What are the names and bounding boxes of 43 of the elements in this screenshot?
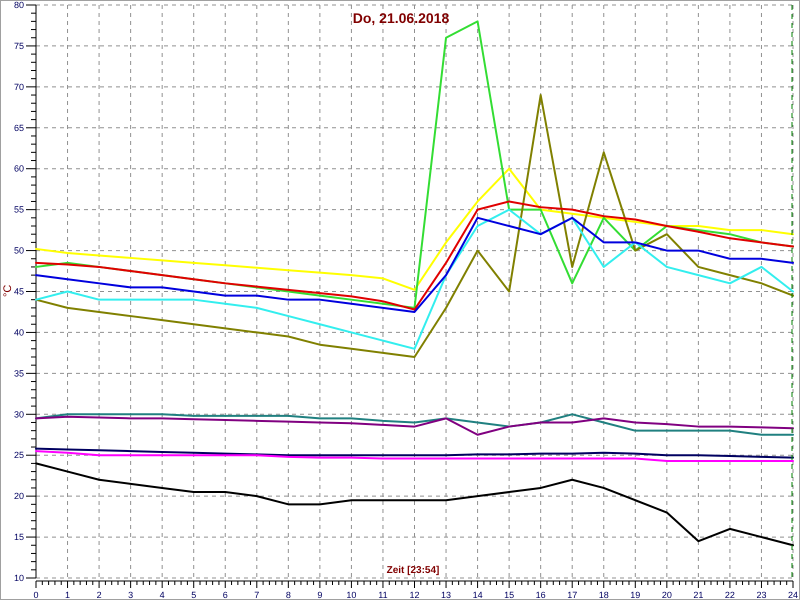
x-tick-label: 10: [346, 590, 356, 599]
x-tick-label: 4: [160, 590, 165, 599]
x-tick-label: 6: [222, 590, 228, 599]
x-tick-label: 1: [65, 590, 70, 599]
y-tick-label: 80: [14, 1, 24, 10]
y-tick-label: 65: [14, 122, 24, 133]
x-tick-label: 24: [788, 590, 798, 599]
x-tick-label: 5: [191, 590, 196, 599]
x-tick-label: 3: [128, 590, 134, 599]
x-tick-label: 23: [756, 590, 766, 599]
y-tick-label: 30: [14, 409, 24, 420]
y-tick-label: 35: [14, 368, 24, 378]
x-tick-label: 17: [567, 590, 578, 599]
x-tick-label: 9: [317, 590, 322, 599]
x-tick-label: 20: [662, 590, 672, 599]
y-tick-label: 15: [14, 532, 24, 542]
y-axis-label: °C: [2, 284, 14, 297]
y-tick-label: 55: [14, 204, 24, 215]
y-tick-label: 70: [14, 82, 24, 92]
x-tick-label: 19: [630, 590, 640, 599]
x-tick-label: 15: [504, 590, 514, 599]
x-axis-label: Zeit [23:54]: [386, 565, 440, 576]
x-tick-label: 18: [598, 590, 609, 599]
chart-title: Do, 21.06.2018: [352, 10, 450, 26]
x-tick-label: 21: [693, 590, 704, 599]
y-tick-label: 60: [14, 164, 24, 174]
y-tick-label: 10: [14, 573, 24, 583]
x-tick-label: 12: [410, 590, 420, 599]
x-tick-label: 2: [96, 590, 102, 599]
x-tick-label: 11: [378, 590, 388, 599]
y-tick-label: 75: [14, 40, 24, 51]
x-tick-label: 16: [536, 590, 546, 599]
x-tick-label: 8: [286, 590, 291, 599]
x-tick-label: 13: [441, 590, 452, 599]
x-tick-label: 14: [472, 590, 483, 599]
y-tick-label: 20: [14, 491, 24, 502]
y-tick-label: 25: [14, 450, 24, 460]
x-tick-label: 0: [34, 590, 38, 599]
y-tick-label: 50: [14, 246, 24, 256]
y-tick-label: 45: [14, 286, 24, 296]
x-tick-label: 22: [724, 590, 735, 599]
y-tick-label: 40: [14, 327, 24, 338]
x-tick-label: 7: [254, 590, 260, 599]
